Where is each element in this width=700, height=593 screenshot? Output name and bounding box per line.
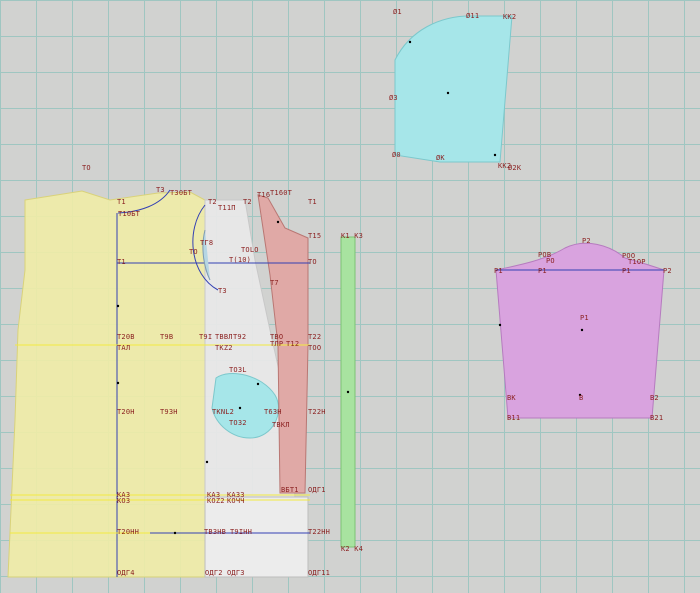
point-label: Т9В bbox=[160, 333, 174, 341]
point-label: КОZ2 bbox=[207, 497, 225, 505]
point-label: Т20НН bbox=[117, 528, 140, 536]
point-label: ТОLО bbox=[241, 246, 259, 254]
point-label: ТОЗL bbox=[229, 366, 247, 374]
point-label: ОДГ4 bbox=[117, 569, 135, 577]
point-label: Т1 bbox=[117, 258, 126, 266]
point-label: В21 bbox=[650, 414, 664, 422]
point-label: КОЧЧ bbox=[227, 497, 245, 505]
point-label: Т22НН bbox=[308, 528, 331, 536]
point-label: Ø11 bbox=[466, 12, 480, 20]
point-label: Т(10) bbox=[229, 256, 252, 264]
point-label: Т11П bbox=[218, 204, 236, 212]
point-label: Т7 bbox=[270, 279, 279, 287]
point-label: ОДГ1 bbox=[308, 486, 326, 494]
point-label: Т12 bbox=[286, 340, 300, 348]
point-label: Т1 bbox=[117, 198, 126, 206]
point-label: ТО bbox=[189, 248, 198, 256]
pattern-canvas[interactable]: Ø1 Ø11 KK2 Ø3 Ø0 ØK KK2 Ø2K ТО Т3 Т30БТ Т1 Т2 Т2 Т16 Т1… bbox=[0, 0, 700, 593]
point-label: Ø1 bbox=[393, 8, 402, 16]
point-label: ТОЗ2 bbox=[229, 419, 247, 427]
point-label: ТВКЛ bbox=[272, 421, 290, 429]
point-label: Т2 bbox=[208, 198, 217, 206]
point-label: В bbox=[579, 394, 584, 402]
point-label: ТАЛ bbox=[117, 344, 131, 352]
point-label: Т10БТ bbox=[118, 210, 141, 218]
point-label: В11 bbox=[507, 414, 521, 422]
point-label: Т160Т bbox=[270, 189, 293, 197]
point-label: ТКNL2 bbox=[212, 408, 235, 416]
point-label: ОДГ11 bbox=[308, 569, 331, 577]
point-label: Т1ОР bbox=[628, 258, 646, 266]
point-label: Р1 bbox=[538, 267, 547, 275]
collar-cyan[interactable] bbox=[394, 15, 513, 163]
point-label: ТОО bbox=[308, 344, 322, 352]
point-label: Т9ЗН bbox=[160, 408, 178, 416]
back-lower-panel[interactable] bbox=[204, 496, 309, 578]
point-label: Т6ЗН bbox=[264, 408, 282, 416]
point-label: Т20В bbox=[117, 333, 135, 341]
point-label: Т22 bbox=[308, 333, 322, 341]
point-label: К2 К4 bbox=[341, 545, 364, 553]
point-label: Т2 bbox=[243, 198, 252, 206]
point-label: Т3 bbox=[156, 186, 165, 194]
point-label: Т92 bbox=[233, 333, 247, 341]
point-label: Т20Н bbox=[117, 408, 135, 416]
point-label: Р2 bbox=[663, 267, 672, 275]
point-label: Т30БТ bbox=[170, 189, 193, 197]
point-label: Т15 bbox=[308, 232, 322, 240]
sleeve-purple[interactable] bbox=[495, 242, 665, 419]
point-label: Р1 bbox=[580, 314, 589, 322]
point-label: КОЗ bbox=[117, 497, 131, 505]
point-label: Ø0 bbox=[392, 151, 401, 159]
point-label: Ø2K bbox=[508, 164, 522, 172]
point-label: Р1 bbox=[494, 267, 503, 275]
point-label: РО bbox=[546, 257, 555, 265]
point-label: ВК bbox=[507, 394, 516, 402]
point-label: Ø3 bbox=[389, 94, 398, 102]
pattern-pieces[interactable] bbox=[0, 0, 700, 593]
point-label: ТЛР bbox=[270, 340, 284, 348]
point-label: ØK bbox=[436, 154, 445, 162]
point-label: Т1 bbox=[308, 198, 317, 206]
point-label: Т9ІНН bbox=[230, 528, 253, 536]
point-label: Т9І bbox=[199, 333, 213, 341]
point-label: ОДГЗ bbox=[227, 569, 245, 577]
point-label: ТО bbox=[82, 164, 91, 172]
point-label: ТКZ2 bbox=[215, 344, 233, 352]
front-piece[interactable] bbox=[7, 190, 206, 578]
point-label: Р1 bbox=[622, 267, 631, 275]
point-label: Т16 bbox=[257, 191, 271, 199]
point-label: ТВВЛ bbox=[215, 333, 233, 341]
point-label: ТО bbox=[308, 258, 317, 266]
point-label: Т22Н bbox=[308, 408, 326, 416]
point-label: К1 К3 bbox=[341, 232, 364, 240]
point-label: Т3 bbox=[218, 287, 227, 295]
point-label: KK2 bbox=[503, 13, 517, 21]
point-label: Р2 bbox=[582, 237, 591, 245]
point-label: ТГ8 bbox=[200, 239, 214, 247]
point-label: ОДГ2 bbox=[205, 569, 223, 577]
point-label: ТВЗНВ bbox=[204, 528, 227, 536]
point-label: ВБТ1 bbox=[281, 486, 299, 494]
point-label: В2 bbox=[650, 394, 659, 402]
